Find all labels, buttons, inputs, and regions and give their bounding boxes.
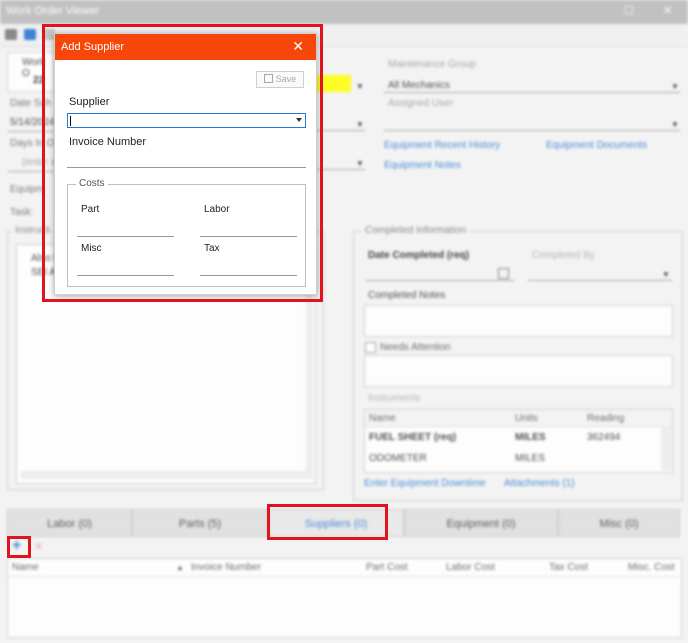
chevron-down-icon[interactable]: ▼ xyxy=(671,82,679,91)
needs-attention-label: Needs Attention xyxy=(380,342,451,353)
equipment-notes-link[interactable]: Equipment Notes xyxy=(384,160,461,171)
completed-notes-textbox[interactable] xyxy=(364,305,673,337)
chevron-down-icon[interactable]: ▼ xyxy=(662,270,670,279)
grid-col-invoice[interactable]: Invoice Number xyxy=(191,560,261,576)
window-title: Work Order Viewer xyxy=(6,5,100,17)
calendar-icon[interactable] xyxy=(498,268,509,279)
equipment-documents-link[interactable]: Equipment Documents xyxy=(546,140,647,151)
completed-information-title: Completed Information xyxy=(362,225,470,236)
grid-header-divider xyxy=(8,576,679,577)
assigned-user-label: Assigned User xyxy=(388,98,454,109)
enter-equipment-downtime-link[interactable]: Enter Equipment Downtime xyxy=(364,478,486,489)
highlight-add-supplier-dialog xyxy=(42,24,323,302)
task-label: Task: xyxy=(10,207,34,218)
window-titlebar: Work Order Viewer ☐ ✕ xyxy=(0,0,688,24)
equipment-label: Equipm xyxy=(10,184,44,195)
tab-parts[interactable]: Parts (5) xyxy=(132,509,268,537)
grid-col-name[interactable]: Name xyxy=(12,560,39,576)
assigned-user-underline xyxy=(384,130,680,131)
instruments-label: Instruments xyxy=(368,393,421,404)
table-row-name: ODOMETER xyxy=(369,453,427,464)
grid-col-tax-cost[interactable]: Tax Cost xyxy=(549,560,588,576)
chevron-down-icon[interactable]: ▼ xyxy=(356,159,364,168)
maintenance-group-underline xyxy=(384,92,680,93)
chevron-down-icon[interactable]: ▼ xyxy=(671,120,679,129)
maintenance-group-label: Maintenance Group xyxy=(388,59,476,70)
table-row-units: MILES xyxy=(515,453,546,464)
completed-by-underline xyxy=(528,280,672,281)
grid-col-labor-cost[interactable]: Labor Cost xyxy=(446,560,495,576)
tab-labor[interactable]: Labor (0) xyxy=(7,509,132,537)
date-completed-label: Date Completed (req) xyxy=(368,250,470,261)
equipment-recent-history-link[interactable]: Equipment Recent History xyxy=(384,140,500,151)
chevron-down-icon[interactable]: ▼ xyxy=(356,120,364,129)
maximize-icon[interactable]: ☐ xyxy=(624,4,634,17)
close-window-icon[interactable]: ✕ xyxy=(663,4,672,17)
table-row-reading[interactable]: 362494 xyxy=(587,432,620,443)
needs-attention-textbox[interactable] xyxy=(364,355,673,387)
highlight-add-button xyxy=(7,536,31,558)
completed-information-group: Completed Information Date Completed (re… xyxy=(353,225,683,501)
instruments-header-units: Units xyxy=(515,413,538,424)
tab-equipment[interactable]: Equipment (0) xyxy=(404,509,558,537)
instruments-table: Name Units Reading FUEL SHEET (req) MILE… xyxy=(364,409,673,473)
sort-up-icon: ▲ xyxy=(176,563,184,572)
chevron-down-icon[interactable]: ▼ xyxy=(356,82,364,91)
grid-col-part-cost[interactable]: Part Cost xyxy=(366,560,408,576)
maintenance-group-value[interactable]: All Mechanics xyxy=(388,80,450,91)
completed-by-label: Completed By xyxy=(532,250,595,261)
completed-notes-label: Completed Notes xyxy=(368,290,446,301)
highlight-suppliers-tab xyxy=(267,504,388,540)
grid-col-misc-cost[interactable]: Misc. Cost xyxy=(628,560,675,576)
date-completed-underline xyxy=(366,280,514,281)
needs-attention-checkbox[interactable] xyxy=(365,342,376,353)
instruments-scrollbar[interactable] xyxy=(661,426,671,470)
table-row-name: FUEL SHEET (req) xyxy=(369,432,457,443)
horizontal-scrollbar[interactable] xyxy=(21,471,306,479)
print-icon[interactable] xyxy=(5,29,17,40)
delete-icon[interactable]: ✕ xyxy=(34,540,43,553)
tab-misc[interactable]: Misc (0) xyxy=(558,509,680,537)
instruments-header-name: Name xyxy=(369,413,396,424)
attachments-link[interactable]: Attachments (1) xyxy=(504,478,575,489)
instruments-header-reading: Reading xyxy=(587,413,625,424)
table-row-units: MILES xyxy=(515,432,546,443)
email-icon[interactable] xyxy=(24,29,36,40)
